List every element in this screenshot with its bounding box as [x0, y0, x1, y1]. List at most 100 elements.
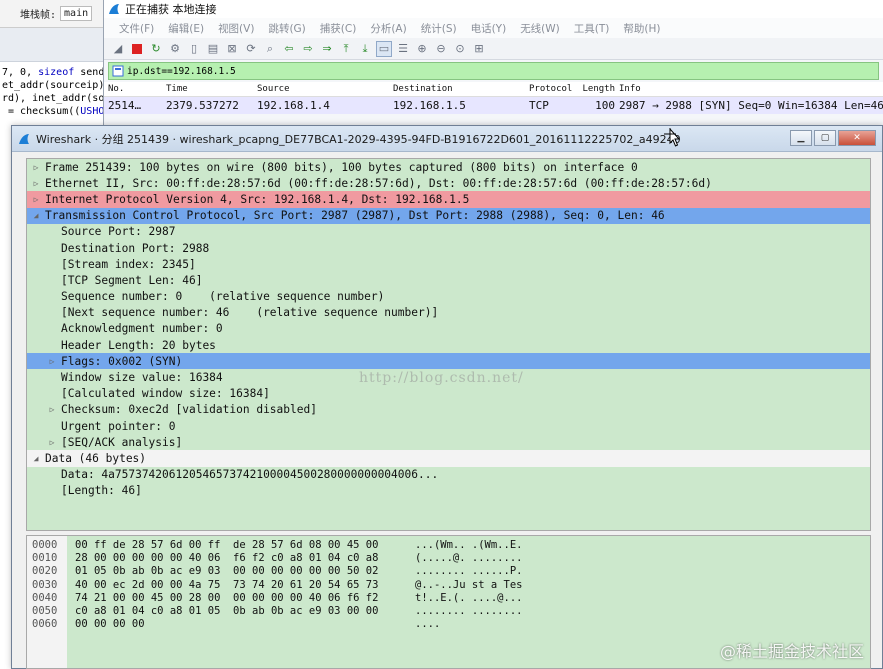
menu-item[interactable]: 帮助(H): [616, 21, 667, 36]
maximize-button[interactable]: ▢: [814, 130, 836, 146]
hex-ascii[interactable]: ........ ........: [415, 605, 522, 617]
go-to-packet-icon[interactable]: ⇒: [319, 41, 335, 57]
save-file-icon[interactable]: ▤: [205, 41, 221, 57]
zoom-in-icon[interactable]: ⊕: [414, 41, 430, 57]
menu-item[interactable]: 跳转(G): [261, 21, 312, 36]
menu-item[interactable]: 无线(W): [513, 21, 567, 36]
hex-ascii[interactable]: ........ ......P.: [415, 565, 522, 577]
tree-row[interactable]: ◢ Transmission Control Protocol, Src Port…: [27, 207, 870, 224]
hex-byte-group[interactable]: 40 00 ec 2d 00 00 4a 75 73 74 20 61 20 5…: [75, 579, 415, 592]
hex-line[interactable]: 01 05 0b ab 0b ac e9 03 00 00 00 00 00 0…: [75, 565, 870, 578]
open-file-icon[interactable]: ▯: [186, 41, 202, 57]
column-header[interactable]: Time: [166, 84, 257, 94]
close-button[interactable]: ✕: [838, 130, 876, 146]
packet-window-titlebar[interactable]: Wireshark · 分组 251439 · wireshark_pcapng…: [12, 126, 882, 152]
menu-item[interactable]: 分析(A): [363, 21, 413, 36]
close-file-icon[interactable]: ⊠: [224, 41, 240, 57]
resize-columns-icon[interactable]: ⊞: [471, 41, 487, 57]
find-packet-icon[interactable]: ⌕: [262, 41, 278, 57]
tree-row[interactable]: ▷ Frame 251439: 100 bytes on wire (800 bi…: [27, 159, 870, 175]
reload-icon[interactable]: ⟳: [243, 41, 259, 57]
zoom-normal-icon[interactable]: ⊙: [452, 41, 468, 57]
minimize-button[interactable]: ▁: [790, 130, 812, 146]
hex-byte-group[interactable]: c0 a8 01 04 c0 a8 01 05 0b ab 0b ac e9 0…: [75, 605, 415, 618]
colorize-icon[interactable]: ☰: [395, 41, 411, 57]
go-back-icon[interactable]: ⇦: [281, 41, 297, 57]
tree-row[interactable]: Sequence number: 0 (relative sequence nu…: [27, 289, 870, 305]
tree-row[interactable]: Acknowledgment number: 0: [27, 321, 870, 337]
tree-row[interactable]: Urgent pointer: 0: [27, 418, 870, 434]
hex-ascii[interactable]: ...(Wm.. .(Wm..E.: [415, 539, 522, 551]
tree-row[interactable]: [Calculated window size: 16384]: [27, 386, 870, 402]
tree-row[interactable]: ▷ Checksum: 0xec2d [validation disabled]: [27, 402, 870, 418]
tree-row[interactable]: Source Port: 2987: [27, 224, 870, 240]
menu-item[interactable]: 文件(F): [112, 21, 161, 36]
hex-ascii[interactable]: (.....@. ........: [415, 552, 522, 564]
hex-line[interactable]: c0 a8 01 04 c0 a8 01 05 0b ab 0b ac e9 0…: [75, 605, 870, 618]
menu-item[interactable]: 工具(T): [567, 21, 617, 36]
stack-frame-select[interactable]: main: [60, 6, 93, 21]
display-filter-value[interactable]: ip.dst==192.168.1.5: [127, 66, 236, 77]
go-forward-icon[interactable]: ⇨: [300, 41, 316, 57]
stop-capture-icon[interactable]: [129, 41, 145, 57]
expand-arrow-icon[interactable]: ▷: [43, 357, 61, 366]
bookmark-filter-icon[interactable]: [112, 65, 124, 77]
menu-item[interactable]: 统计(S): [414, 21, 464, 36]
hex-line[interactable]: 28 00 00 00 00 00 40 06 f6 f2 c0 a8 01 0…: [75, 552, 870, 565]
expand-arrow-icon[interactable]: ▷: [27, 163, 45, 172]
column-header[interactable]: No.: [104, 84, 166, 94]
expand-arrow-icon[interactable]: ◢: [27, 454, 45, 463]
display-filter-bar[interactable]: ip.dst==192.168.1.5: [108, 62, 879, 80]
tree-row-text: Urgent pointer: 0: [61, 419, 176, 433]
zoom-out-icon[interactable]: ⊖: [433, 41, 449, 57]
tree-row[interactable]: ◢ Data (46 bytes): [27, 450, 870, 467]
hex-byte-group[interactable]: 28 00 00 00 00 00 40 06 f6 f2 c0 a8 01 0…: [75, 552, 415, 565]
capture-options-icon[interactable]: ⚙: [167, 41, 183, 57]
tree-row[interactable]: ▷ Ethernet II, Src: 00:ff:de:28:57:6d (00…: [27, 175, 870, 191]
tree-row[interactable]: [Length: 46]: [27, 483, 870, 499]
packet-list-row[interactable]: 2514… 2379.537272 192.168.1.4 192.168.1.…: [104, 97, 883, 114]
hex-byte-group[interactable]: 74 21 00 00 45 00 28 00 00 00 00 00 40 0…: [75, 592, 415, 605]
code-editor[interactable]: 7, 0, sizeof sendbet_addr(sourceip),rd),…: [0, 62, 103, 122]
hex-byte-group[interactable]: 01 05 0b ab 0b ac e9 03 00 00 00 00 00 0…: [75, 565, 415, 578]
column-header[interactable]: Destination: [393, 84, 529, 94]
interfaces-icon[interactable]: ◢: [110, 41, 126, 57]
menu-item[interactable]: 编辑(E): [161, 21, 211, 36]
hex-byte-group[interactable]: 00 00 00 00: [75, 618, 415, 631]
expand-arrow-icon[interactable]: ▷: [43, 438, 61, 447]
column-header[interactable]: Source: [257, 84, 393, 94]
packet-details-tree[interactable]: http://blog.csdn.net/ ▷ Frame 251439: 100…: [26, 158, 871, 531]
menu-item[interactable]: 捕获(C): [313, 21, 364, 36]
hex-byte-group[interactable]: 00 ff de 28 57 6d 00 ff de 28 57 6d 08 0…: [75, 539, 415, 552]
hex-ascii[interactable]: t!..E.(. ....@...: [415, 592, 522, 604]
tree-row[interactable]: ▷ Internet Protocol Version 4, Src: 192.1…: [27, 191, 870, 208]
column-header[interactable]: Length: [581, 84, 619, 94]
tree-row[interactable]: [TCP Segment Len: 46]: [27, 272, 870, 288]
first-packet-icon[interactable]: ⤒: [338, 41, 354, 57]
expand-arrow-icon[interactable]: ◢: [27, 211, 45, 220]
expand-arrow-icon[interactable]: ▷: [27, 179, 45, 188]
tree-row[interactable]: ▷ Flags: 0x002 (SYN): [27, 353, 870, 370]
tree-row[interactable]: [Next sequence number: 46 (relative sequ…: [27, 305, 870, 321]
hex-line[interactable]: 40 00 ec 2d 00 00 4a 75 73 74 20 61 20 5…: [75, 579, 870, 592]
hex-line[interactable]: 00 ff de 28 57 6d 00 ff de 28 57 6d 08 0…: [75, 539, 870, 552]
tree-row[interactable]: Data: 4a75737420612054657374210000450028…: [27, 467, 870, 483]
hex-ascii[interactable]: @..-..Ju st a Tes: [415, 579, 522, 591]
restart-capture-icon[interactable]: ↻: [148, 41, 164, 57]
expand-arrow-icon[interactable]: ▷: [43, 405, 61, 414]
menu-item[interactable]: 电话(Y): [464, 21, 514, 36]
hex-ascii[interactable]: ....: [415, 618, 440, 630]
tree-row[interactable]: ▷ [SEQ/ACK analysis]: [27, 434, 870, 450]
column-header[interactable]: Info: [619, 84, 883, 94]
tree-row[interactable]: Header Length: 20 bytes: [27, 337, 870, 353]
hex-line[interactable]: 74 21 00 00 45 00 28 00 00 00 00 00 40 0…: [75, 592, 870, 605]
hex-line[interactable]: 00 00 00 00....: [75, 618, 870, 631]
tree-row[interactable]: [Stream index: 2345]: [27, 256, 870, 272]
column-header[interactable]: Protocol: [529, 84, 581, 94]
packet-bytes-pane[interactable]: 0000 0010 0020 0030 0040 0050 0060 00 ff de 28…: [26, 535, 871, 669]
last-packet-icon[interactable]: ⤓: [357, 41, 373, 57]
autoscroll-icon[interactable]: ▭: [376, 40, 392, 57]
menu-item[interactable]: 视图(V): [211, 21, 261, 36]
tree-row[interactable]: Destination Port: 2988: [27, 240, 870, 256]
expand-arrow-icon[interactable]: ▷: [27, 195, 45, 204]
